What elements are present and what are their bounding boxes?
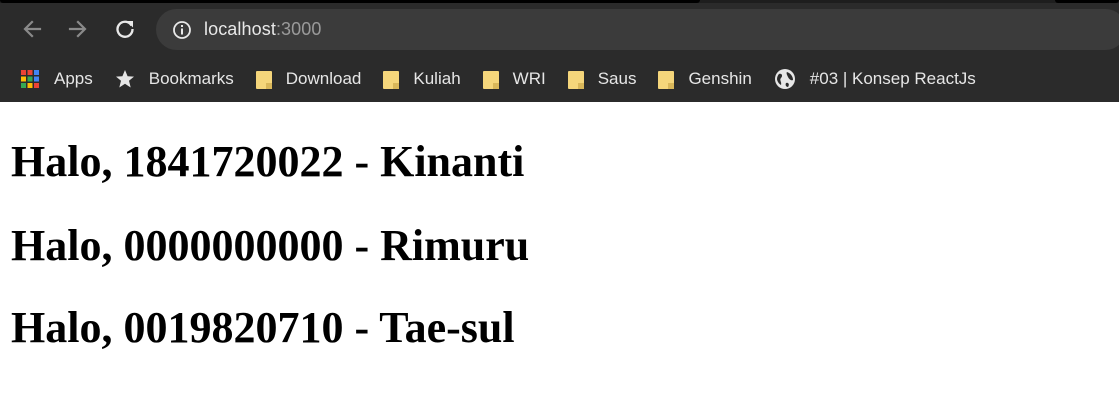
greeting-heading: Halo, 0000000000 - Rimuru [11,221,530,270]
address-bar[interactable]: localhost:3000 [156,9,1119,50]
bookmarks-bar: Apps Bookmarks Download Kuliah WRI Saus … [0,56,1119,102]
folder-icon [567,69,584,89]
browser-toolbar: localhost:3000 [0,0,1119,56]
bookmark-label: Apps [54,69,93,88]
back-button[interactable] [15,12,49,46]
info-icon[interactable] [172,20,192,40]
folder-icon [383,69,400,89]
bookmark-folder-wri[interactable]: WRI [482,69,546,89]
bookmark-label: Kuliah [413,69,461,88]
bookmark-label: #03 | Konsep ReactJs [809,69,976,88]
bookmark-folder-genshin[interactable]: Genshin [658,69,752,89]
bookmark-bookmarks[interactable]: Bookmarks [115,69,234,89]
bookmark-folder-download[interactable]: Download [255,69,362,89]
greeting-heading: Halo, 0019820710 - Tae-sul [11,303,515,352]
bookmark-label: Saus [597,69,637,88]
bookmark-apps[interactable]: Apps [20,69,93,89]
tab-strip-edge [0,0,1119,3]
page-content: Halo, 1841720022 - Kinanti Halo, 0000000… [11,102,1111,350]
folder-icon [482,69,499,89]
reload-icon [116,20,134,38]
forward-button[interactable] [61,12,95,46]
apps-grid-icon [21,70,39,88]
greeting-heading: Halo, 1841720022 - Kinanti [11,137,525,186]
bookmark-folder-saus[interactable]: Saus [567,69,637,89]
bookmark-label: Genshin [688,69,752,88]
bookmark-label: Download [285,69,362,88]
folder-icon [255,69,272,89]
bookmark-label: WRI [512,69,546,88]
bookmark-label: Bookmarks [148,69,234,88]
arrow-right-icon [68,20,87,38]
globe-icon [774,69,795,89]
star-icon [115,70,134,88]
url-port: :3000 [275,19,322,39]
folder-icon [658,69,675,89]
bookmark-konsep-reactjs[interactable]: #03 | Konsep ReactJs [774,68,976,90]
arrow-left-icon [23,20,42,38]
url-host: localhost [204,19,276,39]
bookmark-folder-kuliah[interactable]: Kuliah [383,69,461,89]
url-text[interactable]: localhost:3000 [204,19,322,40]
reload-button[interactable] [108,12,142,46]
